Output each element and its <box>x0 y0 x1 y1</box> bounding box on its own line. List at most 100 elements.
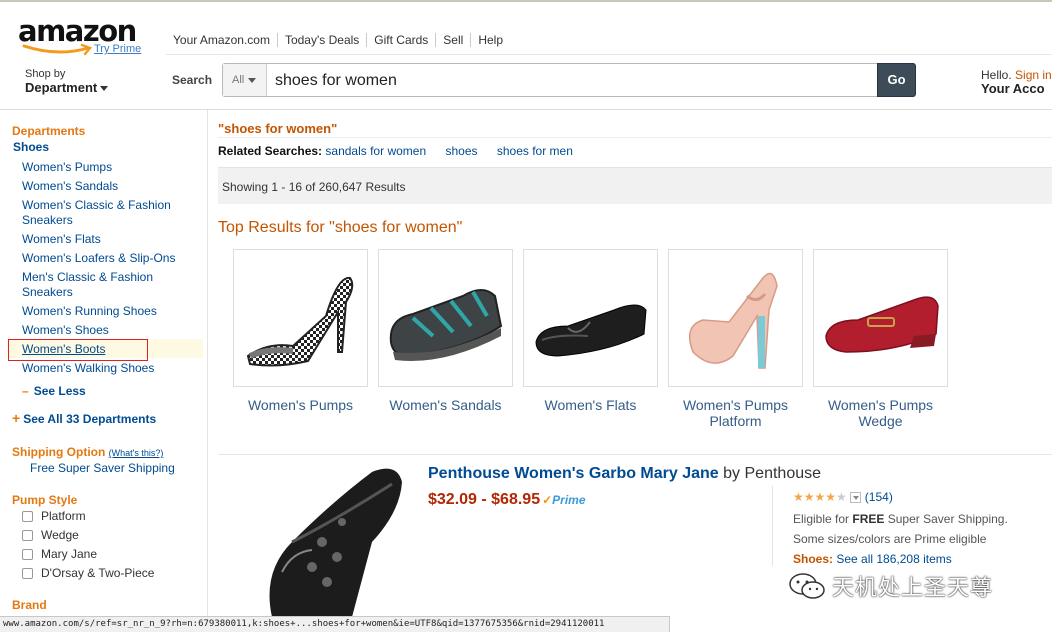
tile-label[interactable]: Women's Sandals <box>378 397 513 413</box>
smile-arrow-icon <box>22 43 93 56</box>
sidebar-link[interactable]: Women's Walking Shoes <box>22 361 154 375</box>
product-title-link[interactable]: Penthouse Women's Garbo Mary Jane <box>428 465 719 482</box>
prime-label: Prime <box>552 493 586 507</box>
prime-check-icon: ✓ <box>542 493 553 507</box>
amazon-logo[interactable]: amazon Try Prime <box>18 16 141 56</box>
sidebar-item-womens-loafers[interactable]: Women's Loafers & Slip-Ons <box>22 251 202 266</box>
ship-text: Super Saver Shipping. <box>887 512 1008 526</box>
nav-your-amazon[interactable]: Your Amazon.com <box>166 33 277 47</box>
see-less-link[interactable]: – See Less <box>22 384 86 398</box>
related-searches: Related Searches: sandals for women shoe… <box>218 144 589 158</box>
checkbox[interactable] <box>22 510 33 522</box>
departments-heading: Departments <box>12 124 86 138</box>
sidebar-item-womens-running-shoes[interactable]: Women's Running Shoes <box>22 304 202 319</box>
sign-in-link[interactable]: Sign in <box>1015 68 1052 82</box>
see-less-label: See Less <box>33 384 86 398</box>
annotation-red-box <box>8 339 148 361</box>
filter-dorsay[interactable]: D'Orsay & Two-Piece <box>22 566 154 580</box>
sidebar-link[interactable]: Women's Sandals <box>22 179 118 193</box>
sidebar: Departments Shoes Women's Pumps Women's … <box>0 110 208 620</box>
checkbox[interactable] <box>22 567 33 579</box>
sidebar-item-mens-sneakers[interactable]: Men's Classic & Fashion Sneakers <box>22 270 172 300</box>
platform-shoe-image <box>688 272 778 369</box>
see-all-items-link[interactable]: See all 186,208 items <box>836 552 951 566</box>
caret-down-icon <box>100 86 109 92</box>
sidebar-link[interactable]: Women's Running Shoes <box>22 304 157 318</box>
product-image[interactable] <box>222 462 412 617</box>
department-text: Department <box>25 80 98 95</box>
review-count[interactable]: (154) <box>865 490 893 504</box>
sidebar-item-womens-sandals[interactable]: Women's Sandals <box>22 179 202 194</box>
sidebar-item-womens-sneakers[interactable]: Women's Classic & Fashion Sneakers <box>22 198 187 228</box>
sidebar-item-womens-pumps[interactable]: Women's Pumps <box>22 160 202 175</box>
price-range: $32.09 - $68.95 <box>428 491 541 508</box>
free-shipping-link[interactable]: Free Super Saver Shipping <box>30 461 175 475</box>
sidebar-link[interactable]: Women's Shoes <box>22 323 109 337</box>
sidebar-item-womens-flats[interactable]: Women's Flats <box>22 232 202 247</box>
plus-icon: + <box>12 410 21 426</box>
rating-dropdown-icon[interactable] <box>849 491 861 503</box>
hello-label: Hello. <box>981 68 1012 82</box>
search-input[interactable] <box>275 72 855 90</box>
product-rating[interactable]: ★★★★★ (154) <box>793 490 893 504</box>
prime-badge: ✓Prime <box>542 493 585 507</box>
caret-down-icon <box>248 77 257 83</box>
product-price: $32.09 - $68.95 ✓Prime <box>428 491 586 509</box>
flat-shoe-image <box>535 304 647 357</box>
search-label: Search <box>172 73 213 87</box>
tile-womens-flats[interactable] <box>523 249 658 387</box>
filter-platform[interactable]: Platform <box>22 509 86 523</box>
nav-gift-cards[interactable]: Gift Cards <box>366 33 435 47</box>
related-link[interactable]: shoes for men <box>497 144 573 158</box>
shipping-option-heading: Shipping Option (What's this?) <box>12 445 163 459</box>
free-shipping-filter[interactable]: Free Super Saver Shipping <box>30 461 210 476</box>
tile-label[interactable]: Women's Pumps <box>233 397 368 413</box>
vertical-divider <box>772 486 773 566</box>
nav-sell[interactable]: Sell <box>435 33 470 47</box>
filter-mary-jane[interactable]: Mary Jane <box>22 547 97 561</box>
tile-womens-sandals[interactable] <box>378 249 513 387</box>
watermark-text: 天机处上圣天尊 <box>832 576 994 601</box>
sidebar-link[interactable]: Women's Pumps <box>22 160 112 174</box>
nav-todays-deals[interactable]: Today's Deals <box>276 33 366 47</box>
tile-label[interactable]: Women's Flats <box>523 397 658 413</box>
tile-label[interactable]: Women's Pumps Platform <box>668 397 803 429</box>
filter-wedge[interactable]: Wedge <box>22 528 79 542</box>
tile-womens-pumps[interactable] <box>233 249 368 387</box>
checkbox[interactable] <box>22 529 33 541</box>
sidebar-link[interactable]: Women's Flats <box>22 232 101 246</box>
sandal-shoe-image <box>389 289 503 361</box>
tile-womens-pumps-platform[interactable] <box>668 249 803 387</box>
related-link[interactable]: sandals for women <box>325 144 426 158</box>
nav-help[interactable]: Help <box>470 33 510 47</box>
checkbox[interactable] <box>22 548 33 560</box>
minus-icon: – <box>22 384 29 398</box>
sidebar-shoes[interactable]: Shoes <box>13 140 49 154</box>
account-menu[interactable]: Hello. Sign in Your Acco <box>981 68 1052 96</box>
sidebar-link[interactable]: Women's Loafers & Slip-Ons <box>22 251 175 265</box>
shoes-label: Shoes: <box>793 552 834 566</box>
sidebar-link[interactable]: Men's Classic & Fashion Sneakers <box>22 270 153 299</box>
go-button[interactable]: Go <box>877 63 916 97</box>
ship-free: FREE <box>852 512 885 526</box>
related-link[interactable]: shoes <box>445 144 477 158</box>
filter-label: Wedge <box>41 528 79 542</box>
shop-by-department-menu[interactable]: Shop by Department <box>25 67 109 95</box>
search-category-select[interactable]: All <box>223 64 267 96</box>
sidebar-item-womens-shoes[interactable]: Women's Shoes <box>22 323 202 338</box>
search-query-title: "shoes for women" <box>218 121 338 136</box>
shipping-option-label: Shipping Option <box>12 445 106 459</box>
wedge-shoe-image <box>825 296 939 353</box>
header-divider <box>166 54 1052 55</box>
sidebar-link[interactable]: Women's Classic & Fashion Sneakers <box>22 198 187 228</box>
tile-womens-pumps-wedge[interactable] <box>813 249 948 387</box>
see-all-departments-link[interactable]: + See All 33 Departments <box>12 410 156 426</box>
tile-label[interactable]: Women's Pumps Wedge <box>813 397 948 429</box>
try-prime-link[interactable]: Try Prime <box>94 43 141 55</box>
sidebar-item-womens-walking-shoes[interactable]: Women's Walking Shoes <box>22 361 202 376</box>
whats-this-link[interactable]: (What's this?) <box>109 448 164 458</box>
brand-heading: Brand <box>12 598 47 612</box>
related-label: Related Searches: <box>218 144 323 158</box>
see-all-label: See All 33 Departments <box>23 412 157 426</box>
star-rating-icon: ★★★★★ <box>793 490 847 504</box>
